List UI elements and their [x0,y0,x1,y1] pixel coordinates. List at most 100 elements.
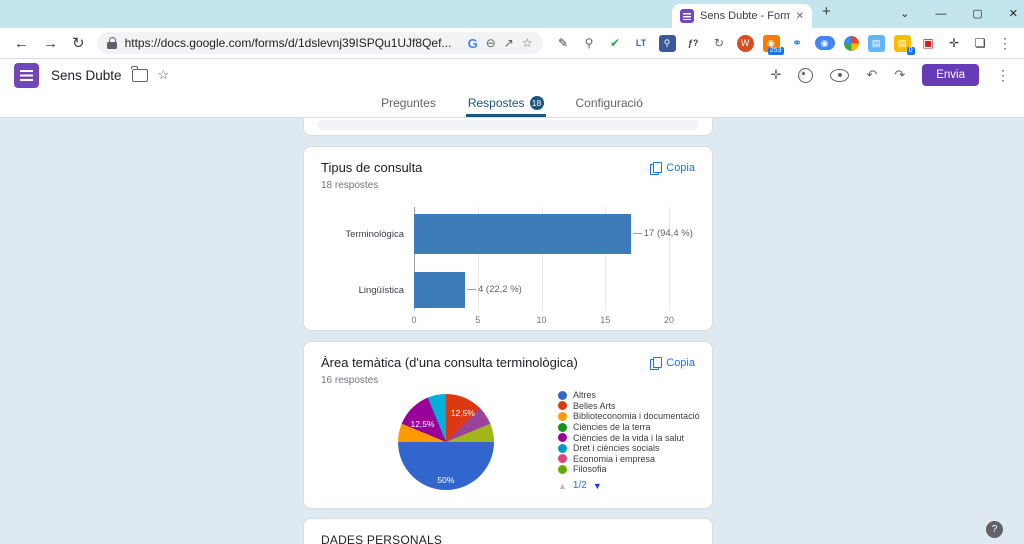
legend-dot [558,465,567,474]
undo-icon[interactable]: ↶ [866,67,877,83]
ext-font-finder-icon[interactable]: ƒ? [685,35,702,52]
ext-languagetool-icon[interactable]: LT [633,35,650,52]
copy-icon [650,162,660,174]
url-text[interactable]: https://docs.google.com/forms/d/1dslevnj… [125,36,460,50]
legend-item: Filosofia [558,464,700,475]
send-button[interactable]: Envia [922,64,979,86]
bookmark-star-icon[interactable]: ☆ [522,36,533,50]
bar-chart: 05101520Terminològica17 (94,4 %)Lingüíst… [414,207,669,310]
legend-label: Economia i empresa [573,454,655,464]
ext-session-restore-icon[interactable]: ↻ [711,35,728,52]
responses-content: Tipus de consulta 18 respostes Copia 051… [0,118,1024,544]
form-tab-nav: Preguntes Respostes18 Configuració [0,91,1024,118]
legend-item: Ciències de la vida i la salut [558,432,700,443]
browser-tab[interactable]: Sens Dubte - Form ✕ [672,4,812,28]
ext-document-icon[interactable]: ▤ [868,35,885,52]
move-to-folder-icon[interactable] [132,69,148,82]
google-icon: G [468,36,478,51]
pie-slice-label: 12,5% [410,419,434,429]
page-indicator: 1/2 [573,480,587,491]
lock-icon[interactable] [107,37,117,49]
bar-ling-stica [414,272,465,308]
legend-label: Biblioteconomia i documentació [573,411,700,421]
ext-sticky-notes-icon[interactable]: ▤0 [894,35,911,52]
document-title[interactable]: Sens Dubte [51,68,122,83]
ext-blue-search-icon[interactable]: ⚲ [659,35,676,52]
theme-palette-icon[interactable] [798,68,813,83]
answer-chip [318,120,698,130]
grid-line [669,207,670,310]
redo-icon[interactable]: ↷ [894,67,905,83]
copy-icon [650,357,660,369]
preview-eye-icon[interactable] [830,69,849,82]
ext-clipboard-icon[interactable]: ▣ [920,35,937,52]
new-tab-button[interactable]: + [822,3,831,20]
tab-label: Preguntes [381,96,436,110]
ext-rss-feed-icon[interactable]: ◉253 [763,35,780,52]
card-title: Àrea temàtica (d'una consulta terminològ… [321,355,578,370]
card-subtitle: 16 respostes [321,375,578,386]
bar-value-annotation: 4 (22,2 %) [467,284,522,295]
help-button[interactable]: ? [986,521,1003,538]
ext-badge: 253 [768,47,784,55]
pie-chart-card: Àrea temàtica (d'una consulta terminològ… [303,341,713,509]
legend-dot [558,454,567,463]
legend-item: Dret i ciències socials [558,443,700,454]
legend-label: Ciències de la terra [573,422,651,432]
bar-chart-card: Tipus de consulta 18 respostes Copia 051… [303,146,713,331]
ext-color-picker-icon[interactable]: ✎ [555,35,572,52]
tab-strip: Sens Dubte - Form ✕ + ⌄ — ▢ ✕ [0,0,1024,28]
ext-wordpress-icon[interactable]: W [737,35,754,52]
tab-label: Respostes [468,96,525,110]
ext-magnifier-icon[interactable]: ⚲ [581,35,598,52]
zoom-out-icon[interactable]: ⊖ [486,36,496,50]
close-window-button[interactable]: ✕ [1009,9,1018,20]
ext-link-icon[interactable]: ⚭ [789,35,806,52]
tab-preguntes[interactable]: Preguntes [379,96,438,117]
x-tick-label: 0 [411,315,416,325]
ext-color-palette-icon[interactable] [844,36,859,51]
window-controls: ⌄ — ▢ ✕ [900,0,1018,28]
share-icon[interactable]: ↗ [504,36,514,50]
ext-puzzle-icon[interactable]: ✛ [946,35,963,52]
url-bar[interactable]: https://docs.google.com/forms/d/1dslevnj… [97,32,543,54]
google-forms-logo[interactable] [14,63,39,88]
legend-dot [558,412,567,421]
page-down-icon[interactable]: ▼ [593,481,602,491]
maximize-button[interactable]: ▢ [972,9,982,20]
browser-menu-icon[interactable]: ⋮ [998,35,1012,52]
bar-value-annotation: 17 (94,4 %) [633,228,693,239]
ext-grammar-check-icon[interactable]: ✔ [607,35,624,52]
add-ons-icon[interactable]: ✛ [771,67,782,83]
ext-side-panel-icon[interactable]: ❏ [972,35,989,52]
page-up-icon[interactable]: ▲ [558,481,567,491]
ext-eye-reader-icon[interactable]: ◉ [815,36,835,50]
form-menu-icon[interactable]: ⋮ [996,67,1010,84]
section-title: DADES PERSONALS [321,533,695,544]
star-icon[interactable]: ☆ [158,67,170,83]
extensions-row: ✎ ⚲ ✔ LT ⚲ ƒ? ↻ W ◉253 ⚭ ◉ ▤ ▤0 ▣ ✛ ❏ [555,35,989,52]
legend-label: Filosofia [573,464,607,474]
legend-dot [558,401,567,410]
pie-slice-label: 12,5% [451,408,475,418]
back-button[interactable]: ← [14,36,29,51]
bar-terminol-gica [414,214,631,254]
browser-window: Sens Dubte - Form ✕ + ⌄ — ▢ ✕ ← → ↻ http… [0,0,1024,544]
tab-respostes[interactable]: Respostes18 [466,96,546,117]
category-label: Terminològica [321,229,404,240]
copy-button[interactable]: Copia [650,162,695,174]
copy-button[interactable]: Copia [650,357,695,369]
legend-item: Belles Arts [558,401,700,412]
pie-chart: 12,5%50%12,5% [398,394,494,490]
tab-search-chevron-icon[interactable]: ⌄ [900,9,909,20]
pie-legend: AltresBelles ArtsBiblioteconomia i docum… [558,390,700,475]
minimize-button[interactable]: — [935,9,946,20]
forms-header: Sens Dubte ☆ ✛ ↶ ↷ Envia ⋮ [0,59,1024,91]
forward-button[interactable]: → [43,36,58,51]
x-tick-label: 5 [475,315,480,325]
x-tick-label: 15 [600,315,610,325]
tab-close-icon[interactable]: ✕ [796,11,804,22]
reload-button[interactable]: ↻ [72,36,85,51]
tab-configuraci-[interactable]: Configuració [574,96,645,117]
legend-dot [558,433,567,442]
